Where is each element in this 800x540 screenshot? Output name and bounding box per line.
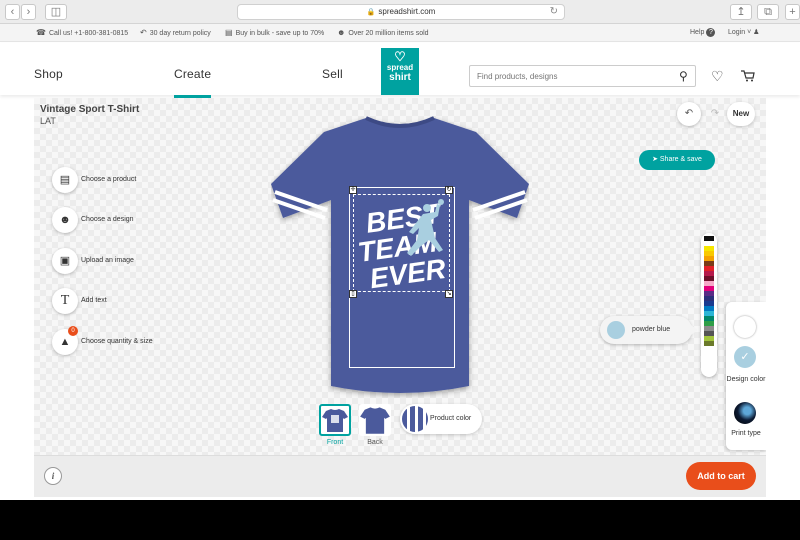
quantity-badge: 0 <box>68 326 78 336</box>
nav-create[interactable]: Create <box>174 67 212 98</box>
product-name: Vintage Sport T-Shirt <box>40 104 140 115</box>
design-color-label: Design color <box>726 376 766 383</box>
print-type-icon[interactable] <box>734 402 756 424</box>
help-text: Help <box>690 29 705 36</box>
designer-bottom-bar: i Add to cart <box>34 455 766 497</box>
search-input[interactable] <box>469 65 696 87</box>
resize-handle-icon[interactable]: ↘ <box>445 290 453 298</box>
print-type-label: Print type <box>731 430 761 437</box>
add-to-cart-button[interactable]: Add to cart <box>686 462 756 490</box>
logo-line1: spread <box>386 63 414 72</box>
bulk-info[interactable]: ▤ Buy in bulk - save up to 70% <box>225 24 324 43</box>
shirt-stack-icon: ▤ <box>52 167 78 193</box>
sold-info: ☻ Over 20 million items sold <box>337 24 429 43</box>
spreadshirt-logo[interactable]: ♡ spread shirt <box>381 48 419 95</box>
heart-logo-icon: ♡ <box>394 49 406 64</box>
redo-icon[interactable]: ↷ <box>703 102 727 126</box>
tool-upload-image[interactable]: ▣ Upload an image <box>52 248 192 274</box>
user-icon: ♟ <box>753 29 760 36</box>
new-button[interactable]: New <box>727 102 755 126</box>
bulk-text: Buy in bulk - save up to 70% <box>235 30 325 37</box>
call-info[interactable]: ☎ Call us! +1-800-381-0815 <box>36 24 128 43</box>
sold-text: Over 20 million items sold <box>348 30 429 37</box>
tool-choose-product[interactable]: ▤ Choose a product <box>52 167 192 193</box>
info-icon[interactable]: i <box>44 467 62 485</box>
back-shirt-icon <box>360 407 390 434</box>
view-front-label[interactable]: Front <box>319 439 351 446</box>
tool-label: Choose a product <box>81 176 137 183</box>
tool-label: Add text <box>81 297 107 304</box>
view-back-thumbnail[interactable] <box>359 404 391 436</box>
reload-icon[interactable]: ↻ <box>550 5 558 19</box>
logo-line2: shirt <box>389 72 411 83</box>
page: ‹ › ◫ 🔒 spreadshirt.com ↻ ↥ ⧉ + ☎ Call us!… <box>0 0 800 500</box>
tool-label: Upload an image <box>81 257 134 264</box>
tooltip-color-name: powder blue <box>632 326 671 333</box>
search-icon[interactable]: ⚲ <box>679 69 688 83</box>
design-color-white[interactable] <box>734 316 756 338</box>
tool-quantity-size[interactable]: ▲ 0 Choose quantity & size <box>52 326 192 355</box>
info-bar: ☎ Call us! +1-800-381-0815 ↶ 30 day return… <box>0 24 800 42</box>
smiley-icon: ☻ <box>337 28 346 37</box>
color-name-tooltip: powder blue <box>600 316 698 344</box>
check-icon: ✓ <box>740 351 750 363</box>
new-tab-icon[interactable]: + <box>785 4 800 20</box>
url-text: spreadshirt.com <box>378 7 436 16</box>
layer-handle-icon[interactable]: ▯ <box>349 290 357 298</box>
tshirt-designer: Vintage Sport T-Shirt LAT ↶ ↷ New ➤ Shar… <box>34 98 766 497</box>
returns-info[interactable]: ↶ 30 day return policy <box>140 24 211 43</box>
phone-icon: ☎ <box>36 28 46 37</box>
share-icon[interactable]: ↥ <box>730 4 752 20</box>
question-icon: ? <box>706 27 716 37</box>
login-link[interactable]: Login ˅ ♟ <box>728 24 759 42</box>
move-handle-icon[interactable]: ✛ <box>349 186 357 194</box>
front-shirt-icon <box>322 409 348 432</box>
box-icon: ▤ <box>225 28 233 37</box>
design-color-palette[interactable] <box>701 233 717 377</box>
design-color-selected[interactable]: ✓ <box>734 346 756 368</box>
browser-toolbar: ‹ › ◫ 🔒 spreadshirt.com ↻ ↥ ⧉ + <box>0 0 800 24</box>
tooltip-color-swatch <box>607 321 625 339</box>
share-icon: ➤ <box>652 156 658 163</box>
login-text: Login <box>728 29 746 36</box>
tabs-icon[interactable]: ⧉ <box>757 4 779 20</box>
return-arrow-icon: ↶ <box>140 28 147 37</box>
site-header: Shop Create Sell ♡ spread shirt ⚲ ♡ <box>0 43 800 98</box>
help-link[interactable]: Help? <box>690 24 716 42</box>
tool-label: Choose a design <box>81 216 134 223</box>
cart-icon[interactable] <box>741 70 755 82</box>
palette-swatch[interactable] <box>704 341 714 346</box>
rotate-handle-icon[interactable]: ↻ <box>445 186 453 194</box>
tool-choose-design[interactable]: ☻ Choose a design <box>52 207 192 233</box>
view-back-label[interactable]: Back <box>359 439 391 446</box>
sidebar-toggle-icon[interactable]: ◫ <box>45 4 67 20</box>
wishlist-heart-icon[interactable]: ♡ <box>711 68 724 85</box>
design-options-panel: ✓ Design color Print type <box>726 302 766 450</box>
back-icon[interactable]: ‹ <box>5 4 20 20</box>
product-color-button[interactable]: Product color <box>400 404 482 434</box>
smiley-icon: ☻ <box>52 207 78 233</box>
call-text: Call us! +1-800-381-0815 <box>48 30 129 37</box>
forward-icon[interactable]: › <box>21 4 36 20</box>
chevron-down-icon: ˅ <box>747 29 752 36</box>
share-save-button[interactable]: ➤ Share & save <box>639 150 715 170</box>
returns-text: 30 day return policy <box>149 30 211 37</box>
product-color-label: Product color <box>430 415 472 422</box>
address-bar[interactable]: 🔒 spreadshirt.com ↻ <box>237 4 565 20</box>
share-label: Share & save <box>659 156 702 163</box>
tool-label: Choose quantity & size <box>81 338 153 345</box>
image-upload-icon: ▣ <box>52 248 78 274</box>
product-color-swatch <box>402 406 428 432</box>
product-brand: LAT <box>40 116 56 126</box>
nav-sell[interactable]: Sell <box>322 67 343 81</box>
view-front-thumbnail[interactable] <box>319 404 351 436</box>
design-artwork[interactable]: BEST TEAM EVER. <box>357 198 447 292</box>
tool-add-text[interactable]: T Add text <box>52 288 192 314</box>
lock-icon: 🔒 <box>366 9 376 16</box>
text-icon: T <box>52 288 78 314</box>
nav-shop[interactable]: Shop <box>34 67 63 81</box>
undo-icon[interactable]: ↶ <box>677 102 701 126</box>
